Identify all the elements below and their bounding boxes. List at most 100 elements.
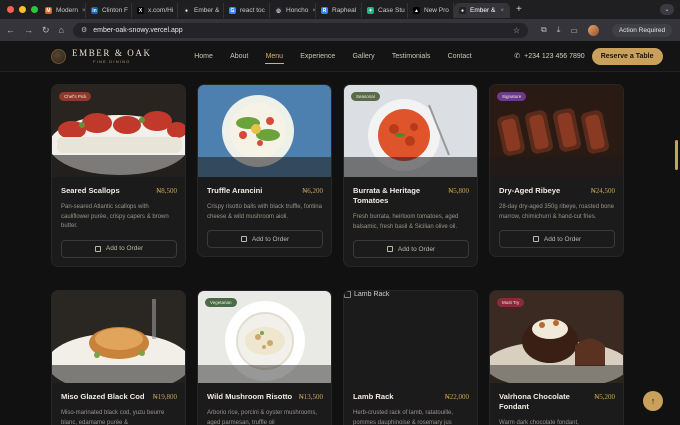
tab-label: Modern — [56, 7, 79, 14]
dish-name: Miso Glazed Black Cod — [61, 392, 145, 401]
dish-description: Arborio rice, porcini & oyster mushrooms… — [207, 410, 318, 425]
browser-tab[interactable]: Greact toc× — [224, 3, 270, 18]
dish-name: Burrata & Heritage Tomatoes — [353, 186, 421, 205]
scroll-to-top-button[interactable]: ↑ — [643, 391, 663, 411]
dish-image — [198, 85, 331, 177]
add-to-order-button[interactable]: Add to Order — [353, 240, 469, 258]
page-scrollbar[interactable] — [675, 140, 678, 170]
dish-image: Must Try — [490, 291, 623, 383]
browser-tab[interactable]: ✦Case Stu× — [362, 3, 408, 18]
zoom-window-button[interactable] — [31, 6, 38, 13]
menu-item-card: Vegetarian Wild Mushroom Risotto ₦13,500 Ar… — [197, 290, 332, 425]
nav-link-about[interactable]: About — [221, 53, 256, 60]
tab-label: Ember & — [470, 7, 496, 14]
tab-favicon-icon: R — [321, 7, 328, 14]
menu-item-card: Seasonal Burrata & Heritage Tomatoes ₦5,80… — [343, 84, 478, 267]
split-view-icon[interactable]: ▭ — [570, 26, 578, 35]
dish-price: ₦22,000 — [444, 393, 469, 401]
menu-item-card: Signature Dry-Aged Ribeye ₦24,500 28-day dr… — [489, 84, 624, 257]
dish-name: Seared Scallops — [61, 186, 120, 195]
menu-item-card: Miso Glazed Black Cod ₦19,800 Miso-marinat… — [51, 290, 186, 425]
tab-label: Clinton F — [102, 7, 129, 14]
menu-item-card: Lamb Rack Lamb Rack ₦22,000 Herb-crusted ra… — [343, 290, 478, 425]
dish-image: Chef's Pick — [52, 85, 185, 177]
dish-badge: Signature — [497, 92, 527, 101]
nav-link-experience[interactable]: Experience — [292, 53, 344, 60]
minimize-window-button[interactable] — [19, 6, 26, 13]
url-text: ember-oak-snowy.vercel.app — [93, 26, 183, 34]
add-to-order-button[interactable]: Add to Order — [499, 230, 615, 248]
shopping-bag-icon — [532, 236, 539, 242]
dish-description: Warm dark chocolate fondant, — [499, 420, 579, 425]
download-icon[interactable]: ⤓ — [557, 25, 561, 35]
tab-label: Honcho — [286, 7, 309, 14]
tab-label: Case Stu — [378, 7, 405, 14]
reserve-table-button[interactable]: Reserve a Table — [591, 47, 663, 65]
browser-tab-bar: MModern×inClinton F×Xx.com/Hi×●Ember &×G… — [0, 0, 680, 19]
dish-badge: Chef's Pick — [59, 92, 92, 101]
site-info-icon[interactable]: ⚙ — [81, 26, 87, 34]
dish-description: Fresh burrata, heirloom tomatoes, aged b… — [353, 214, 459, 230]
dish-price: ₦5,800 — [448, 187, 469, 195]
tab-favicon-icon: G — [229, 7, 236, 14]
nav-link-menu[interactable]: Menu — [257, 53, 292, 64]
dish-name: Valrhona Chocolate Fondant — [499, 392, 570, 411]
back-icon[interactable]: ← — [6, 25, 15, 35]
close-window-button[interactable] — [7, 6, 14, 13]
tab-favicon-icon: ▲ — [413, 7, 420, 14]
dish-description: 28-day dry-aged 350g ribeye, roasted bon… — [499, 204, 615, 220]
browser-tab[interactable]: inClinton F× — [86, 3, 132, 18]
phone-icon: ✆ — [514, 53, 521, 60]
browser-tab[interactable]: ●Ember &× — [178, 3, 224, 18]
dish-image — [52, 291, 185, 383]
address-bar[interactable]: ⚙ ember-oak-snowy.vercel.app ☆ — [72, 22, 528, 38]
site-logo[interactable]: EMBER & OAK FINE DINING — [51, 48, 152, 64]
site-header: EMBER & OAK FINE DINING Home About Menu Exp… — [0, 41, 680, 72]
nav-link-home[interactable]: Home — [186, 53, 222, 60]
tab-favicon-icon: M — [45, 7, 52, 14]
menu-item-card: Must Try Valrhona Chocolate Fondant ₦5,200… — [489, 290, 624, 425]
bookmark-star-icon[interactable]: ☆ — [513, 26, 520, 35]
profile-avatar[interactable] — [587, 24, 599, 36]
browser-tab[interactable]: Xx.com/Hi× — [132, 3, 178, 18]
dish-badge: Must Try — [497, 298, 525, 307]
browser-tab[interactable]: M Modern × — [40, 3, 86, 18]
phone-contact[interactable]: ✆ +234 123 456 7890 — [514, 52, 584, 61]
action-required-button[interactable]: Action Required — [611, 23, 673, 37]
tab-search-icon[interactable]: ⌄ — [660, 4, 674, 15]
home-icon[interactable]: ⌂ — [59, 25, 64, 35]
dish-name: Truffle Arancini — [207, 186, 263, 195]
logo-title: EMBER & OAK — [72, 48, 152, 58]
dish-description: Herb-crusted rack of lamb, ratatouille, … — [353, 410, 454, 425]
browser-toolbar: ← → ↻ ⌂ ⚙ ember-oak-snowy.vercel.app ☆ ⧉… — [0, 19, 680, 41]
shopping-bag-icon — [94, 245, 101, 252]
browser-tab[interactable]: RRapheal× — [316, 3, 362, 18]
browser-tab[interactable]: ◎ Honcho × — [270, 3, 316, 18]
add-to-order-label: Add to Order — [251, 235, 290, 243]
dish-name: Lamb Rack — [353, 392, 394, 401]
nav-link-gallery[interactable]: Gallery — [344, 53, 383, 60]
add-to-order-button[interactable]: Add to Order — [207, 230, 323, 248]
menu-section: Chef's Pick Seared Scallops ₦8,500 Pan-sear… — [0, 72, 680, 425]
nav-link-contact[interactable]: Contact — [439, 53, 480, 60]
dish-image: Signature — [490, 85, 623, 177]
tab-label: x.com/Hi — [148, 7, 174, 14]
close-tab-icon[interactable]: × — [500, 8, 504, 14]
add-to-order-button[interactable]: Add to Order — [61, 239, 177, 258]
new-tab-button[interactable]: + — [510, 4, 522, 15]
dish-image: Seasonal — [344, 85, 477, 177]
browser-tab[interactable]: ▲New Pro× — [408, 3, 454, 18]
tab-favicon-icon: ◎ — [275, 7, 282, 14]
menu-item-card: Chef's Pick Seared Scallops ₦8,500 Pan-sear… — [51, 84, 186, 267]
tab-favicon-icon: ● — [183, 7, 190, 14]
dish-price: ₦19,800 — [152, 393, 177, 401]
nav-link-testimonials[interactable]: Testimonials — [383, 53, 439, 60]
shopping-bag-icon — [240, 236, 247, 242]
browser-tab[interactable]: ● Ember & × — [454, 3, 510, 18]
tab-favicon-icon: ● — [459, 7, 466, 14]
tab-favicon-icon: ✦ — [367, 7, 374, 14]
extensions-icon[interactable]: ⧉ — [541, 25, 547, 35]
dish-price: ₦24,500 — [590, 187, 615, 195]
reload-icon[interactable]: ↻ — [42, 25, 50, 36]
forward-icon[interactable]: → — [24, 25, 33, 35]
